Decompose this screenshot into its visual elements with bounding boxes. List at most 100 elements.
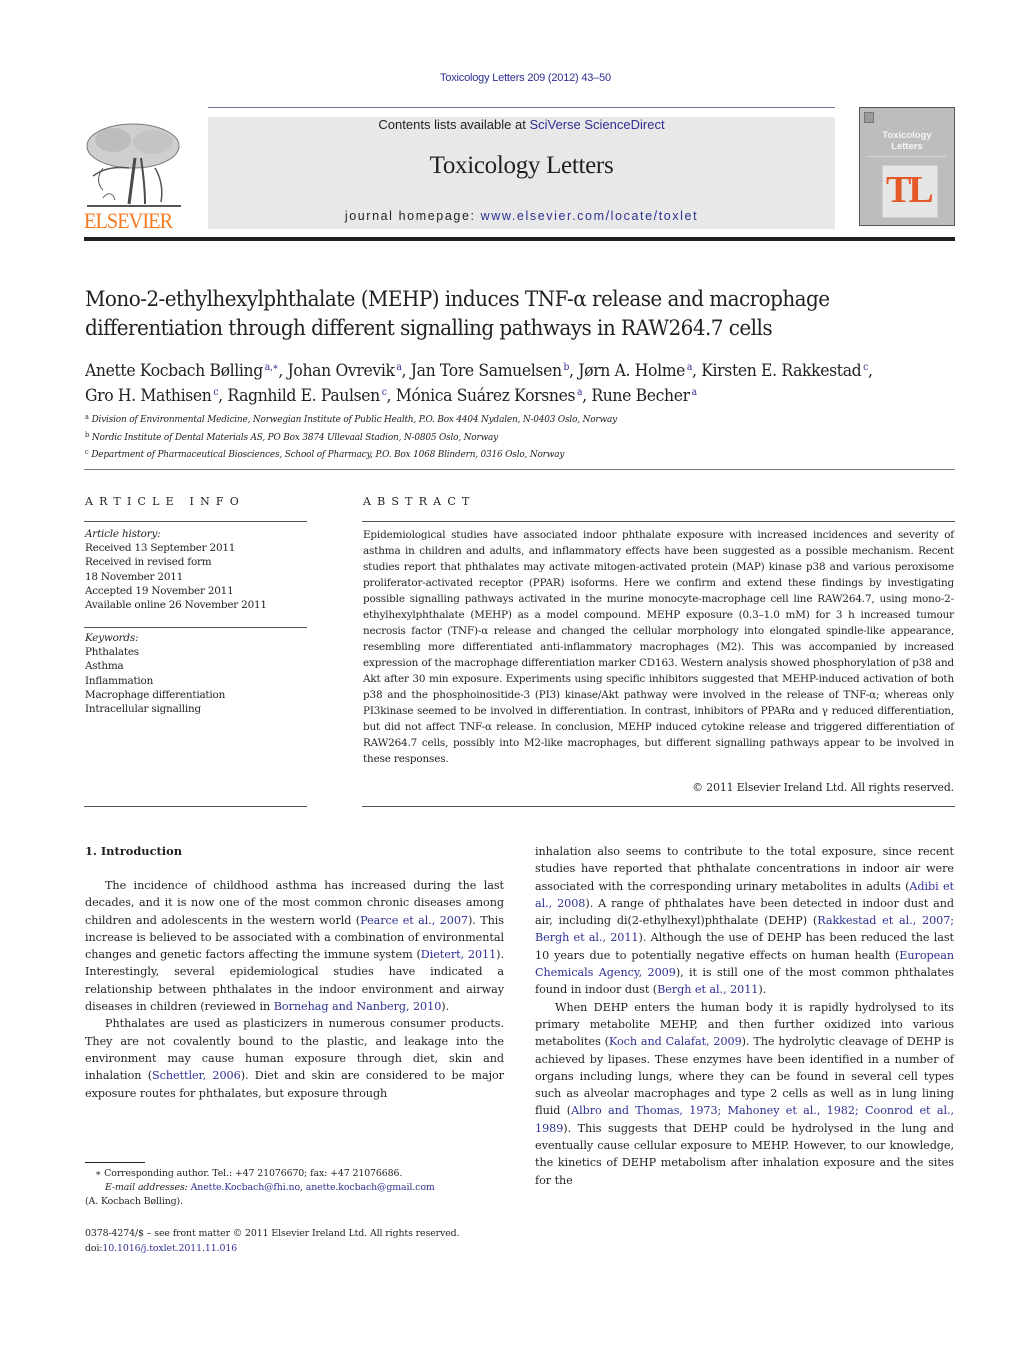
section-divider: [84, 469, 955, 470]
author-affiliation-marker[interactable]: a,∗: [265, 362, 279, 373]
citation-link[interactable]: Schettler, 2006: [152, 1069, 241, 1082]
journal-title: Toxicology Letters: [429, 152, 614, 179]
history-item: Available online 26 November 2011: [85, 599, 267, 612]
article-history-label: Article history:: [85, 528, 161, 540]
affiliation-key: a: [85, 413, 89, 421]
email-label: E-mail addresses:: [105, 1182, 188, 1193]
email-link-secondary[interactable]: anette.kocbach@gmail.com: [306, 1182, 435, 1193]
history-item: Received in revised form: [85, 556, 212, 569]
corresponding-author-footnote: ∗ Corresponding author. Tel.: +47 210766…: [85, 1167, 515, 1209]
front-matter: 0378-4274/$ – see front matter © 2011 El…: [85, 1226, 515, 1256]
affiliation-item: b Nordic Institute of Dental Materials AS…: [85, 428, 931, 446]
footnote-marker: ∗: [95, 1168, 102, 1179]
body-column-right: inhalation also seems to contribute to t…: [535, 843, 954, 1189]
section-heading-introduction: 1. Introduction: [85, 844, 182, 858]
affiliation-item: c Department of Pharmaceutical Bioscience…: [85, 445, 931, 463]
paragraph-text: ).: [758, 983, 767, 997]
keywords: Keywords: Phthalates Asthma Inflammation…: [85, 631, 310, 716]
publisher-logo-text: ELSEVIER: [84, 208, 173, 233]
author-name: Ragnhild E. Paulsen: [227, 386, 380, 406]
email-owner: (A. Kocbach Bølling).: [85, 1196, 183, 1207]
corresponding-author-text: Corresponding author. Tel.: +47 21076670…: [104, 1168, 403, 1179]
author-separator: ,: [867, 361, 873, 381]
author-name: Johan Ovrevik: [287, 361, 395, 381]
cover-monogram: TL: [886, 169, 934, 211]
article-info-rule-bottom: [84, 806, 307, 807]
citation-link[interactable]: Koch and Calafat, 2009: [609, 1035, 742, 1048]
article-history: Article history: Received 13 September 2…: [85, 527, 310, 612]
author-separator: ,: [401, 361, 411, 381]
author-name: Jan Tore Samuelsen: [410, 361, 562, 381]
journal-homepage: journal homepage: www.elsevier.com/locat…: [208, 209, 835, 223]
homepage-link[interactable]: www.elsevier.com/locate/toxlet: [481, 209, 699, 223]
contents-availability: Contents lists available at SciVerse Sci…: [208, 117, 835, 132]
author-name: Gro H. Mathisen: [85, 386, 212, 406]
cover-title: Toxicology Letters: [860, 130, 954, 152]
history-item: Accepted 19 November 2011: [85, 584, 234, 597]
sciencedirect-link[interactable]: SciVerse ScienceDirect: [529, 117, 664, 132]
header-divider: [84, 237, 955, 241]
citation-link[interactable]: Pearce et al., 2007: [360, 914, 468, 927]
body-paragraph: The incidence of childhood asthma has in…: [85, 877, 504, 1015]
keyword-item: Intracellular signalling: [85, 703, 201, 716]
author-separator: ,: [386, 386, 396, 406]
doi-prefix: doi:: [85, 1243, 103, 1254]
affiliation-text: Nordic Institute of Dental Materials AS,…: [91, 431, 499, 443]
article-info-rule-mid: [84, 627, 307, 628]
cover-title-line1: Toxicology: [882, 130, 932, 141]
affiliation-text: Department of Pharmaceutical Biosciences…: [91, 449, 565, 460]
author-separator: ,: [692, 361, 702, 381]
author-separator: ,: [278, 361, 288, 381]
affiliation-item: a Division of Environmental Medicine, Nor…: [85, 410, 931, 428]
author-list: Anette Kocbach Bølling a,∗, Johan Ovrevik…: [85, 357, 950, 407]
abstract-text: Epidemiological studies have associated …: [363, 529, 954, 765]
header-rule: [208, 107, 835, 108]
front-matter-text: 0378-4274/$ – see front matter © 2011 El…: [85, 1228, 460, 1239]
author-name: Mónica Suárez Korsnes: [395, 386, 576, 406]
article-info-rule-top: [84, 521, 307, 522]
journal-cover-thumbnail[interactable]: Toxicology Letters TL: [859, 107, 955, 226]
contents-prefix: Contents lists available at: [378, 117, 530, 132]
affiliation-list: a Division of Environmental Medicine, Nor…: [85, 410, 931, 463]
keyword-item: Asthma: [85, 660, 124, 673]
abstract-heading: ABSTRACT: [363, 495, 476, 508]
journal-citation-link[interactable]: Toxicology Letters 209 (2012) 43–50: [0, 72, 1021, 84]
history-item: Received 13 September 2011: [85, 542, 236, 555]
paragraph-text: inhalation also seems to contribute to t…: [535, 845, 954, 893]
history-item: 18 November 2011: [85, 570, 184, 583]
abstract-rule-bottom: [362, 806, 955, 807]
author-name: Anette Kocbach Bølling: [85, 361, 263, 381]
citation-link[interactable]: Dietert, 2011: [421, 948, 496, 961]
citation-link[interactable]: Bornehag and Nanberg, 2010: [274, 1000, 442, 1013]
body-paragraph: When DEHP enters the human body it is ra…: [535, 999, 954, 1189]
keyword-item: Inflammation: [85, 674, 154, 687]
affiliation-key: b: [85, 430, 90, 439]
cover-title-line2: Letters: [891, 141, 923, 152]
footnote-rule: [85, 1162, 145, 1163]
paragraph-text: ). This suggests that DEHP could be hydr…: [535, 1121, 954, 1187]
citation-link[interactable]: Bergh et al., 2011: [657, 983, 758, 996]
email-link-primary[interactable]: Anette.Kocbach@fhi.no: [191, 1182, 300, 1193]
body-paragraph: Phthalates are used as plasticizers in n…: [85, 1015, 504, 1101]
article-info-heading: ARTICLE INFO: [85, 495, 245, 508]
homepage-prefix: journal homepage:: [344, 209, 481, 223]
author-name: Jørn A. Holme: [578, 361, 686, 381]
article-title: Mono-2-ethylhexylphthalate (MEHP) induce…: [85, 287, 830, 341]
affiliation-key: c: [85, 448, 89, 456]
author-separator: ,: [218, 386, 228, 406]
doi-line: doi:10.1016/j.toxlet.2011.11.016: [85, 1241, 515, 1256]
author-separator: ,: [569, 361, 579, 381]
author-affiliation-marker[interactable]: a: [692, 387, 697, 398]
keyword-item: Macrophage differentiation: [85, 688, 226, 701]
author-name: Kirsten E. Rakkestad: [701, 361, 862, 381]
body-column-left: The incidence of childhood asthma has in…: [85, 877, 504, 1102]
doi-link[interactable]: 10.1016/j.toxlet.2011.11.016: [102, 1243, 237, 1254]
keywords-label: Keywords:: [85, 632, 139, 644]
paragraph-text: ).: [441, 1000, 450, 1014]
author-separator: ,: [582, 386, 592, 406]
affiliation-text: Division of Environmental Medicine, Norw…: [91, 414, 618, 425]
abstract-copyright: © 2011 Elsevier Ireland Ltd. All rights …: [692, 781, 954, 794]
keyword-item: Phthalates: [85, 646, 139, 659]
author-name: Rune Becher: [591, 386, 690, 406]
body-paragraph: inhalation also seems to contribute to t…: [535, 843, 954, 999]
